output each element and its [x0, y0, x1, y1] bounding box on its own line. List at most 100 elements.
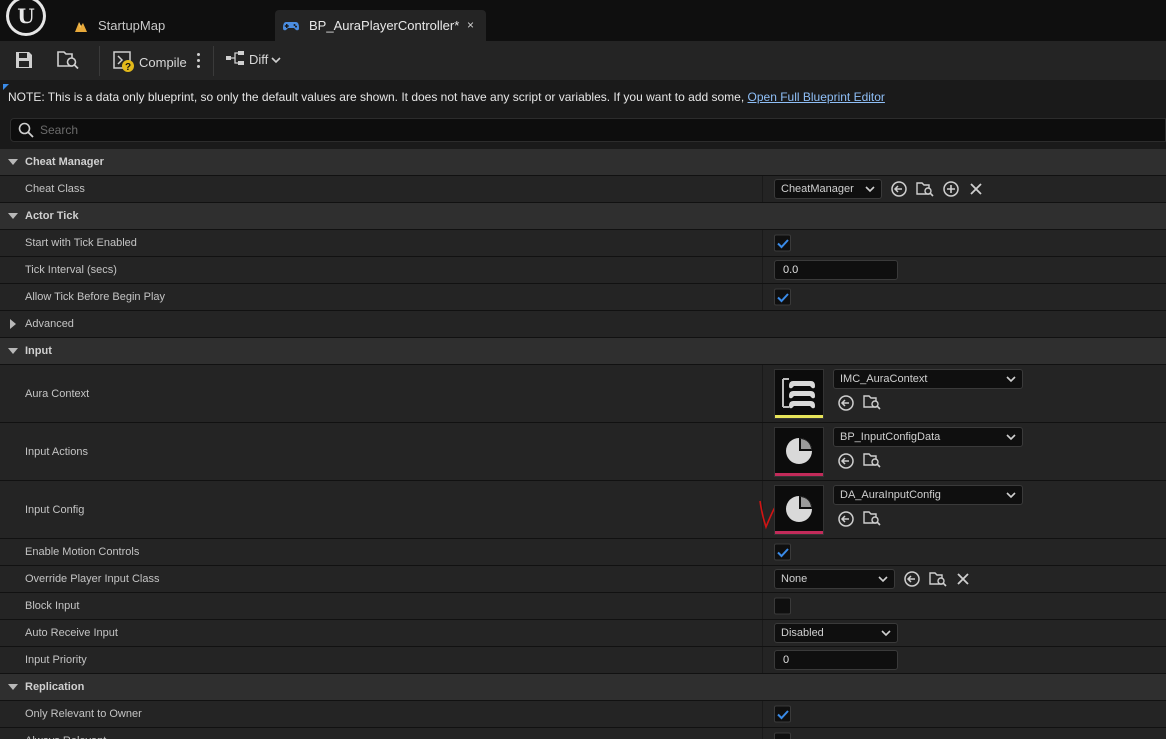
- use-selected-icon[interactable]: [837, 394, 855, 412]
- category-cheat-manager[interactable]: Cheat Manager: [0, 149, 1166, 176]
- use-selected-icon[interactable]: [890, 180, 908, 198]
- tab-startupmap[interactable]: StartupMap: [70, 10, 270, 41]
- start-with-tick-checkbox[interactable]: [774, 234, 791, 252]
- property-label: Input Actions: [25, 445, 88, 458]
- add-new-icon[interactable]: [942, 180, 960, 198]
- input-config-combo[interactable]: DA_AuraInputConfig: [833, 485, 1023, 505]
- collapse-arrow-icon: [8, 684, 18, 690]
- aura-context-combo[interactable]: IMC_AuraContext: [833, 369, 1023, 389]
- property-label: Tick Interval (secs): [25, 264, 117, 276]
- map-icon: [74, 19, 88, 33]
- compile-label: Compile: [139, 55, 187, 70]
- gamepad-icon: [283, 20, 299, 32]
- folder-search-icon: [56, 50, 80, 73]
- category-actor-tick[interactable]: Actor Tick: [0, 203, 1166, 230]
- tab-bp-auraplayercontroller[interactable]: BP_AuraPlayerController* ×: [275, 10, 486, 41]
- combo-value: IMC_AuraContext: [840, 373, 928, 385]
- unreal-logo[interactable]: U: [6, 0, 46, 36]
- property-only-relevant-to-owner: Only Relevant to Owner: [0, 701, 1166, 728]
- property-start-with-tick: Start with Tick Enabled: [0, 230, 1166, 257]
- cheat-class-combo[interactable]: CheatManager: [774, 179, 882, 199]
- property-override-player-input-class: Override Player Input Class None: [0, 566, 1166, 593]
- browse-folder-icon[interactable]: [916, 181, 934, 197]
- tick-interval-field[interactable]: 0.0: [774, 260, 898, 280]
- use-selected-icon[interactable]: [837, 510, 855, 528]
- clear-icon[interactable]: [968, 181, 984, 197]
- asset-type-bar: [775, 473, 823, 476]
- search-box[interactable]: [10, 118, 1166, 142]
- group-label: Advanced: [25, 318, 74, 330]
- category-input[interactable]: Input: [0, 338, 1166, 365]
- property-list: Cheat Manager Cheat Class CheatManager A…: [0, 149, 1166, 739]
- browse-folder-icon[interactable]: [929, 571, 947, 587]
- open-full-editor-link[interactable]: Open Full Blueprint Editor: [748, 90, 885, 104]
- property-label: Only Relevant to Owner: [25, 708, 142, 720]
- toolbar-divider: [213, 46, 214, 76]
- collapse-arrow-icon: [8, 159, 18, 165]
- input-actions-combo[interactable]: BP_InputConfigData: [833, 427, 1023, 447]
- property-aura-context: Aura Context IMC_AuraContext: [0, 365, 1166, 423]
- asset-type-bar: [775, 415, 823, 418]
- chevron-down-icon: [881, 629, 891, 637]
- browse-folder-icon[interactable]: [863, 452, 881, 470]
- chevron-down-icon: [1006, 433, 1016, 441]
- category-title: Actor Tick: [25, 210, 79, 222]
- browse-button[interactable]: [56, 50, 80, 73]
- chevron-down-icon: [878, 575, 888, 583]
- svg-text:?: ?: [125, 62, 131, 72]
- chevron-down-icon: [1006, 375, 1016, 383]
- chevron-down-icon: [1006, 491, 1016, 499]
- close-icon[interactable]: ×: [467, 18, 474, 32]
- combo-value: Disabled: [781, 627, 824, 639]
- allow-tick-checkbox[interactable]: [774, 288, 791, 306]
- auto-receive-combo[interactable]: Disabled: [774, 623, 898, 643]
- data-asset-thumbnail[interactable]: [774, 427, 824, 477]
- property-allow-tick-before-begin-play: Allow Tick Before Begin Play: [0, 284, 1166, 311]
- input-mapping-context-thumbnail[interactable]: [774, 369, 824, 419]
- group-advanced[interactable]: Advanced: [0, 311, 1166, 338]
- data-asset-thumbnail[interactable]: [774, 485, 824, 535]
- asset-type-bar: [775, 531, 823, 534]
- search-icon: [18, 122, 34, 138]
- input-priority-field[interactable]: 0: [774, 650, 898, 670]
- enable-motion-checkbox[interactable]: [774, 543, 791, 561]
- property-label: Override Player Input Class: [25, 573, 160, 585]
- property-cheat-class: Cheat Class CheatManager: [0, 176, 1166, 203]
- save-button[interactable]: [14, 50, 34, 73]
- browse-folder-icon[interactable]: [863, 394, 881, 412]
- data-only-note: NOTE: This is a data only blueprint, so …: [8, 90, 885, 104]
- compile-button[interactable]: ? Compile: [112, 50, 187, 75]
- expand-arrow-icon: [10, 319, 16, 329]
- chevron-down-icon: [865, 185, 875, 193]
- property-auto-receive-input: Auto Receive Input Disabled: [0, 620, 1166, 647]
- compile-icon: ?: [112, 50, 134, 75]
- property-always-relevant: Always Relevant: [0, 728, 1166, 739]
- collapse-arrow-icon: [8, 213, 18, 219]
- always-relevant-checkbox[interactable]: [774, 732, 791, 739]
- only-relevant-checkbox[interactable]: [774, 705, 791, 723]
- clear-icon[interactable]: [955, 571, 971, 587]
- search-input[interactable]: [40, 123, 940, 137]
- toolbar: ? Compile Diff: [0, 41, 1166, 81]
- collapse-arrow-icon: [8, 348, 18, 354]
- diff-button[interactable]: Diff: [225, 50, 281, 69]
- browse-folder-icon[interactable]: [863, 510, 881, 528]
- override-class-combo[interactable]: None: [774, 569, 895, 589]
- compile-options-button[interactable]: [197, 53, 201, 68]
- property-label: Start with Tick Enabled: [25, 237, 137, 249]
- property-label: Enable Motion Controls: [25, 546, 140, 558]
- use-selected-icon[interactable]: [837, 452, 855, 470]
- property-label: Auto Receive Input: [25, 627, 118, 639]
- property-label: Aura Context: [25, 387, 90, 400]
- tab-label: StartupMap: [98, 18, 166, 33]
- property-input-priority: Input Priority 0: [0, 647, 1166, 674]
- property-input-actions: Input Actions BP_InputConfigData: [0, 423, 1166, 481]
- property-label: Block Input: [25, 600, 80, 612]
- details-panel: NOTE: This is a data only blueprint, so …: [0, 81, 1166, 739]
- diff-label: Diff: [249, 52, 269, 67]
- category-replication[interactable]: Replication: [0, 674, 1166, 701]
- property-label: Always Relevant: [25, 728, 106, 739]
- use-selected-icon[interactable]: [903, 570, 921, 588]
- block-input-checkbox[interactable]: [774, 597, 791, 615]
- combo-value: BP_InputConfigData: [840, 431, 941, 443]
